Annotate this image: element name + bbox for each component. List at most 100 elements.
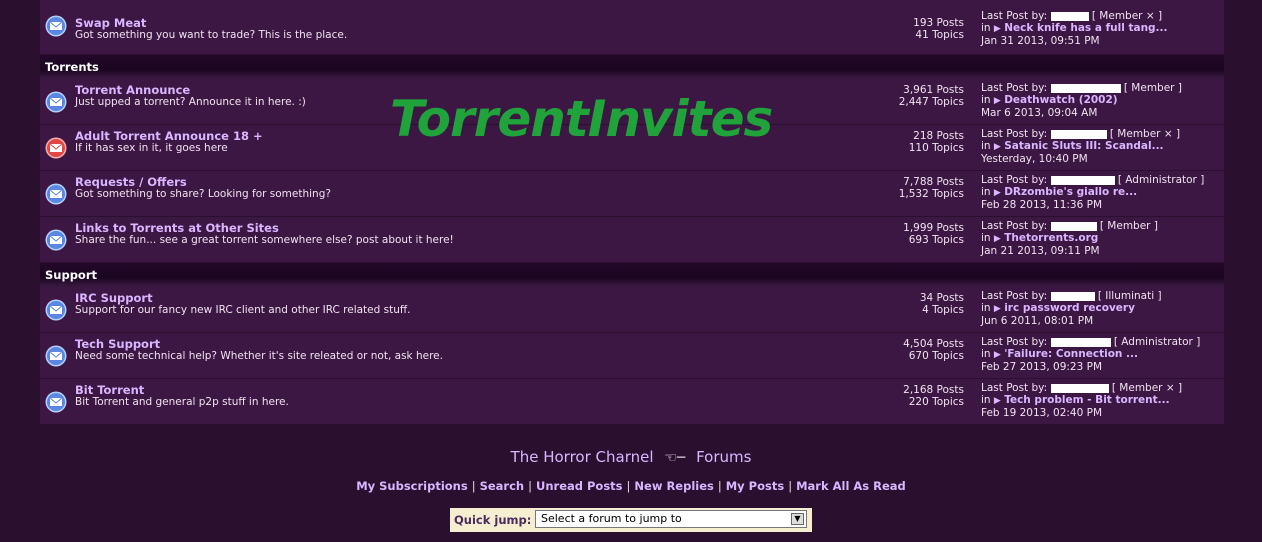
forum-row: Requests / Offers Got something to share?… bbox=[40, 171, 1224, 217]
forum-description: Got something to share? Looking for some… bbox=[75, 188, 331, 200]
last-post-date: Feb 19 2013, 02:40 PM bbox=[981, 407, 1103, 419]
forum-info: Bit Torrent Bit Torrent and general p2p s… bbox=[75, 384, 289, 409]
forum-info: Torrent Announce Just upped a torrent? An… bbox=[75, 84, 306, 109]
member-rank: [ Member × ] bbox=[1111, 382, 1183, 394]
forum-stats: 7,788 Posts 1,532 Topics bbox=[860, 176, 964, 200]
last-topic-link[interactable]: 'Failure: Connection ... bbox=[1004, 348, 1138, 360]
last-post-info: Last Post by: [ Member × ] in ▶ Tech prob… bbox=[981, 379, 1221, 424]
last-post-date: Jan 21 2013, 09:11 PM bbox=[981, 245, 1100, 257]
forum-stats: 34 Posts 4 Topics bbox=[860, 292, 964, 316]
post-count: 3,961 Posts bbox=[903, 84, 964, 96]
redacted-username[interactable] bbox=[1050, 175, 1115, 185]
forum-stats: 1,999 Posts 693 Topics bbox=[860, 222, 964, 246]
forum-title-link[interactable]: Swap Meat bbox=[75, 17, 347, 29]
last-post-date: Feb 28 2013, 11:36 PM bbox=[981, 199, 1103, 211]
forum-description: Need some technical help? Whether it's s… bbox=[75, 350, 443, 362]
redacted-username[interactable] bbox=[1050, 83, 1121, 93]
quick-jump-select[interactable]: Select a forum to jump to ▼ bbox=[535, 510, 807, 528]
forum-description: Just upped a torrent? Announce it in her… bbox=[75, 96, 306, 108]
forum-row: IRC Support Support for our fancy new IRC… bbox=[40, 287, 1224, 333]
forum-title-link[interactable]: Requests / Offers bbox=[75, 176, 331, 188]
quick-jump: Quick jump: Select a forum to jump to ▼ bbox=[450, 508, 812, 532]
arrow-right-icon: ▶ bbox=[993, 396, 1001, 406]
envelope-icon bbox=[45, 345, 67, 367]
footer-link-search[interactable]: Search bbox=[480, 479, 525, 493]
footer-link-my-subscriptions[interactable]: My Subscriptions bbox=[356, 479, 468, 493]
forum-row: Bit Torrent Bit Torrent and general p2p s… bbox=[40, 379, 1224, 425]
quick-jump-value: Select a forum to jump to bbox=[541, 512, 682, 525]
envelope-icon bbox=[45, 299, 67, 321]
last-post-date: Feb 27 2013, 09:23 PM bbox=[981, 361, 1103, 373]
post-count: 2,168 Posts bbox=[903, 384, 964, 396]
forum-board: Swap Meat Got something you want to trade… bbox=[40, 0, 1224, 425]
topic-count: 110 Topics bbox=[908, 142, 964, 154]
topic-count: 41 Topics bbox=[915, 29, 964, 41]
envelope-icon bbox=[45, 183, 67, 205]
redacted-username[interactable] bbox=[1050, 337, 1111, 347]
footer-link-mark-all-as-read[interactable]: Mark All As Read bbox=[796, 479, 906, 493]
in-label: in bbox=[981, 232, 991, 244]
topic-count: 693 Topics bbox=[908, 234, 964, 246]
forum-info: Adult Torrent Announce 18 + If it has sex… bbox=[75, 130, 263, 155]
arrow-right-icon: ▶ bbox=[993, 188, 1001, 198]
category-header[interactable]: Torrents bbox=[40, 55, 1224, 79]
forum-description: Support for our fancy new IRC client and… bbox=[75, 304, 411, 316]
forum-info: Tech Support Need some technical help? Wh… bbox=[75, 338, 443, 363]
forum-stats: 4,504 Posts 670 Topics bbox=[860, 338, 964, 362]
last-topic-link[interactable]: Tech problem - Bit torrent... bbox=[1004, 394, 1169, 406]
forum-title-link[interactable]: Bit Torrent bbox=[75, 384, 289, 396]
last-topic-link[interactable]: Satanic Sluts III: Scandal... bbox=[1004, 140, 1163, 152]
redacted-username[interactable] bbox=[1050, 291, 1095, 301]
forum-info: Requests / Offers Got something to share?… bbox=[75, 176, 331, 201]
last-post-info: Last Post by: [ Member × ] in ▶ Neck knif… bbox=[981, 0, 1221, 54]
footer-link-new-replies[interactable]: New Replies bbox=[634, 479, 713, 493]
pointing-hand-icon: ☜─ bbox=[664, 450, 686, 466]
envelope-icon bbox=[45, 15, 67, 37]
redacted-username[interactable] bbox=[1050, 11, 1089, 21]
forum-title-link[interactable]: Links to Torrents at Other Sites bbox=[75, 222, 454, 234]
redacted-username[interactable] bbox=[1050, 129, 1107, 139]
envelope-red-icon bbox=[45, 137, 67, 159]
last-topic-link[interactable]: Deathwatch (2002) bbox=[1004, 94, 1117, 106]
forum-title-link[interactable]: Adult Torrent Announce 18 + bbox=[75, 130, 263, 142]
redacted-username[interactable] bbox=[1050, 383, 1109, 393]
forum-title-link[interactable]: IRC Support bbox=[75, 292, 410, 304]
post-count: 34 Posts bbox=[919, 292, 964, 304]
redacted-username[interactable] bbox=[1050, 221, 1097, 231]
member-rank: [ Member × ] bbox=[1109, 128, 1181, 140]
category-header[interactable]: Support bbox=[40, 263, 1224, 287]
forum-row: Swap Meat Got something you want to trade… bbox=[40, 0, 1224, 55]
forum-description: Bit Torrent and general p2p stuff in her… bbox=[75, 396, 289, 408]
last-topic-link[interactable]: Neck knife has a full tang... bbox=[1004, 22, 1167, 34]
last-post-info: Last Post by: [ Member ] in ▶ Deathwatch … bbox=[981, 79, 1221, 124]
last-post-info: Last Post by: [ Member ] in ▶ Thetorrents… bbox=[981, 217, 1221, 262]
forum-info: Links to Torrents at Other Sites Share th… bbox=[75, 222, 454, 247]
site-name-link[interactable]: The Horror Charnel bbox=[511, 448, 654, 466]
forum-title-link[interactable]: Torrent Announce bbox=[75, 84, 306, 96]
footer-link-unread-posts[interactable]: Unread Posts bbox=[536, 479, 623, 493]
forums-link[interactable]: Forums bbox=[696, 448, 751, 466]
forum-title-link[interactable]: Tech Support bbox=[75, 338, 443, 350]
arrow-right-icon: ▶ bbox=[993, 96, 1001, 106]
footer-link-my-posts[interactable]: My Posts bbox=[726, 479, 784, 493]
envelope-icon bbox=[45, 391, 67, 413]
topic-count: 2,447 Topics bbox=[898, 96, 964, 108]
last-topic-link[interactable]: Thetorrents.org bbox=[1004, 232, 1098, 244]
in-label: in bbox=[981, 186, 991, 198]
last-topic-link[interactable]: irc password recovery bbox=[1004, 302, 1135, 314]
last-post-date: Mar 6 2013, 09:04 AM bbox=[981, 107, 1098, 119]
member-rank: [ Member ] bbox=[1123, 82, 1182, 94]
forum-description: Share the fun... see a great torrent som… bbox=[75, 234, 454, 246]
last-topic-link[interactable]: DRzombie's giallo re... bbox=[1004, 186, 1137, 198]
footer-title: The Horror Charnel ☜─ Forums bbox=[0, 448, 1262, 466]
forum-row: Tech Support Need some technical help? Wh… bbox=[40, 333, 1224, 379]
footer-links: My Subscriptions | Search | Unread Posts | New… bbox=[0, 479, 1262, 493]
topic-count: 1,532 Topics bbox=[898, 188, 964, 200]
last-post-date: Jan 31 2013, 09:51 PM bbox=[981, 35, 1100, 47]
member-rank: [ Illuminati ] bbox=[1097, 290, 1162, 302]
last-post-info: Last Post by: [ Illuminati ] in ▶ irc pas… bbox=[981, 287, 1221, 332]
forum-stats: 218 Posts 110 Topics bbox=[860, 130, 964, 154]
in-label: in bbox=[981, 94, 991, 106]
last-post-label: Last Post by: bbox=[981, 220, 1048, 232]
chevron-down-icon[interactable]: ▼ bbox=[791, 513, 804, 525]
